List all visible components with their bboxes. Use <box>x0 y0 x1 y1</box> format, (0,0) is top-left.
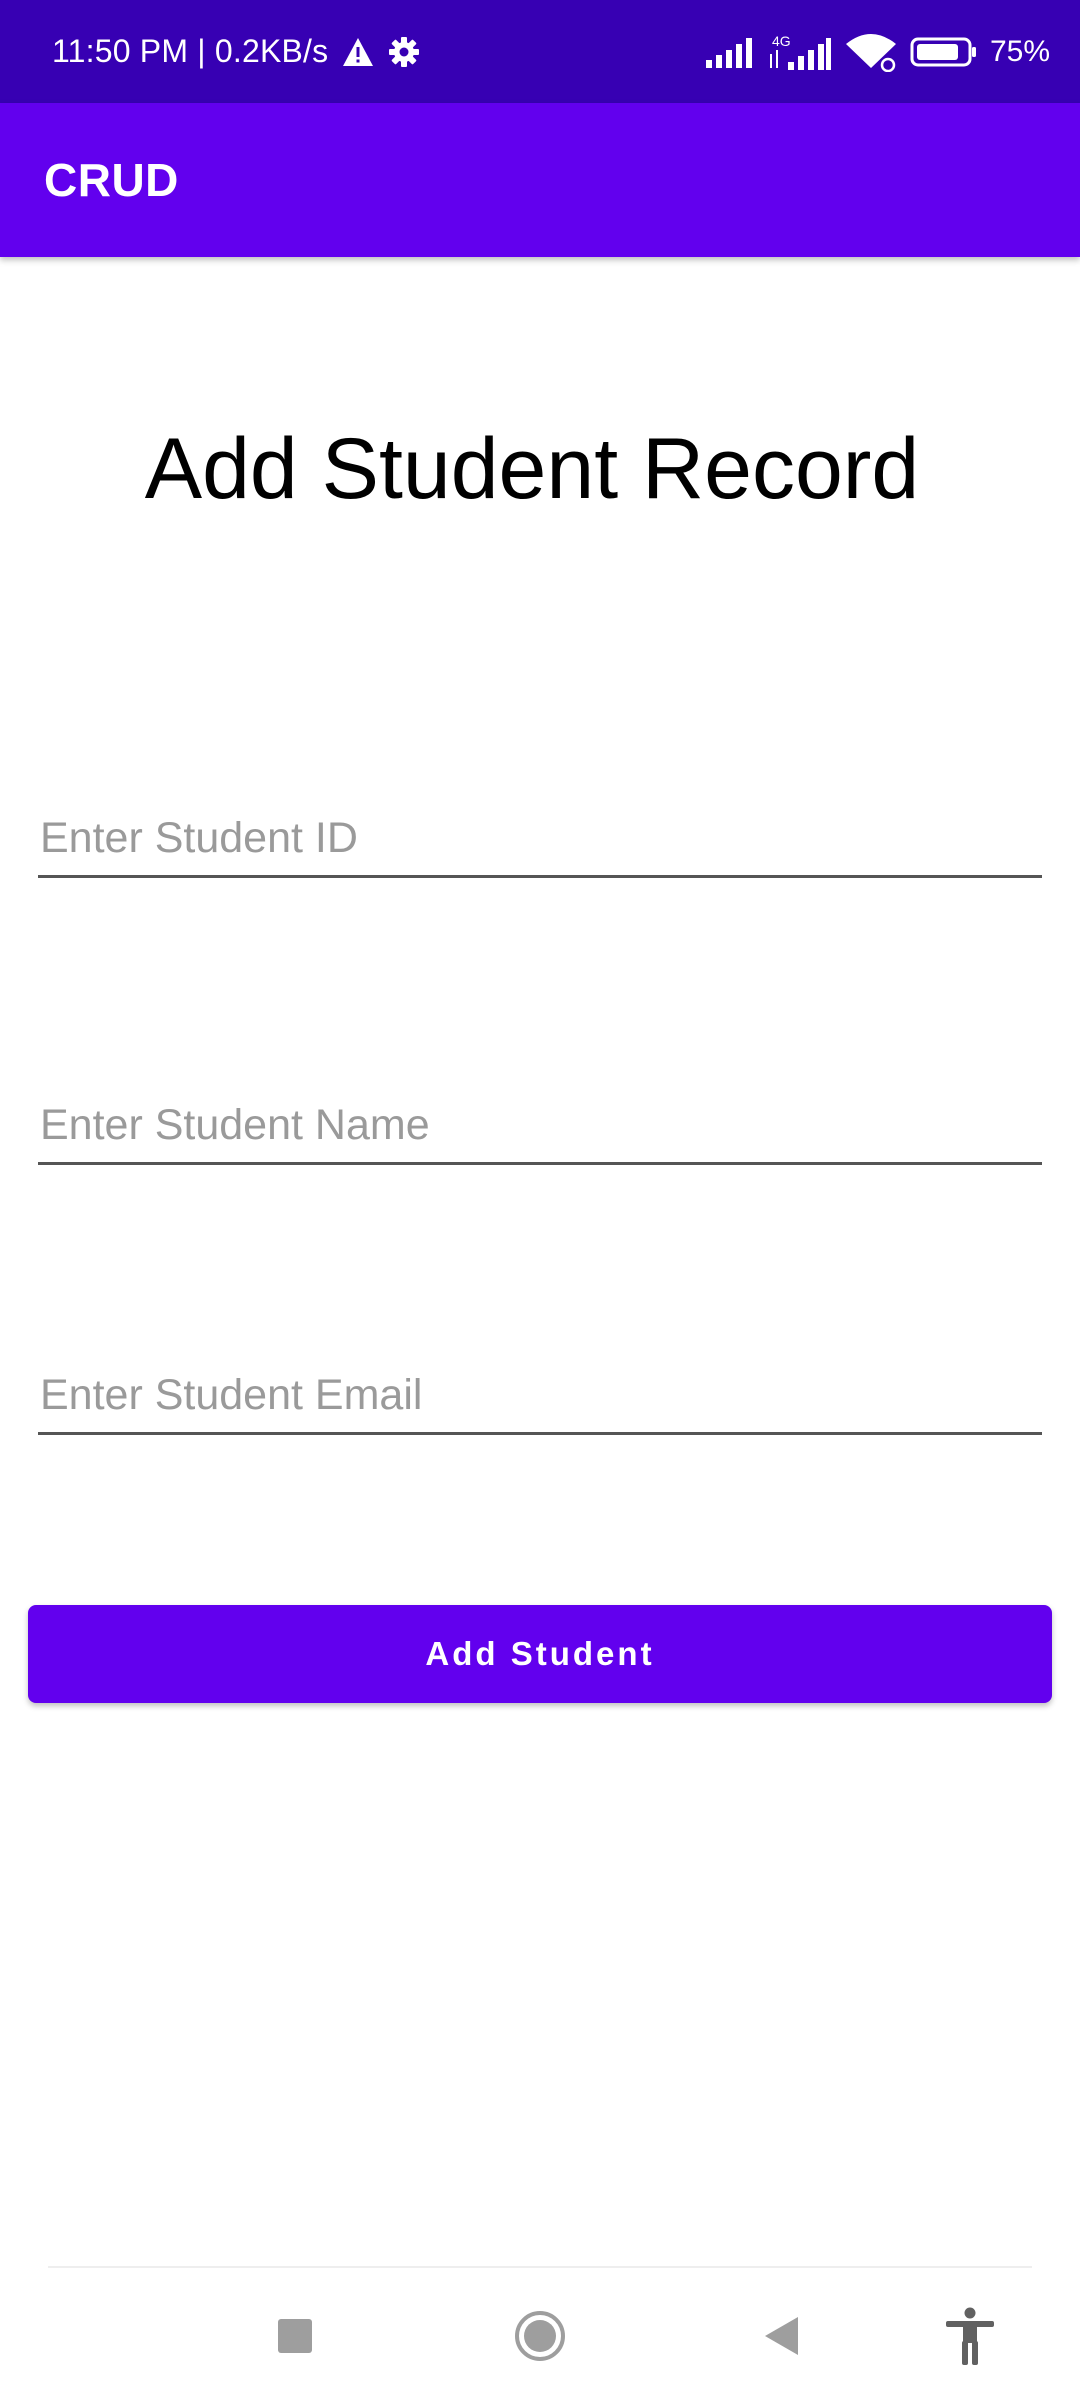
home-circle-icon[interactable] <box>510 2306 570 2366</box>
signal-icon <box>704 36 754 68</box>
recents-square-icon[interactable] <box>265 2306 325 2366</box>
warning-icon <box>342 37 374 67</box>
status-right: 4G 75% <box>704 0 1050 103</box>
navigation-bar <box>0 2266 1080 2400</box>
student-id-input[interactable] <box>38 808 1042 878</box>
wifi-icon <box>844 32 898 72</box>
battery-percent: 75% <box>989 34 1050 68</box>
accessibility-icon[interactable] <box>940 2306 1000 2366</box>
network-type-label: 4G <box>772 33 791 49</box>
app-bar: CRUD <box>0 103 1080 257</box>
student-email-input[interactable] <box>38 1365 1042 1435</box>
back-triangle-icon[interactable] <box>752 2306 812 2366</box>
battery-icon <box>910 36 978 68</box>
student-name-input[interactable] <box>38 1095 1042 1165</box>
form-heading: Add Student Record <box>144 421 920 517</box>
signal-4g-icon: 4G <box>766 32 832 72</box>
nav-divider <box>48 2266 1032 2268</box>
add-student-button[interactable]: Add Student <box>28 1605 1052 1703</box>
app-title: CRUD <box>44 154 179 206</box>
settings-gear-icon <box>388 36 420 68</box>
status-left: 11:50 PM | 0.2KB/s <box>52 0 420 103</box>
status-time-speed: 11:50 PM | 0.2KB/s <box>52 33 329 69</box>
status-bar: 11:50 PM | 0.2KB/s 4G 75% <box>0 0 1080 103</box>
